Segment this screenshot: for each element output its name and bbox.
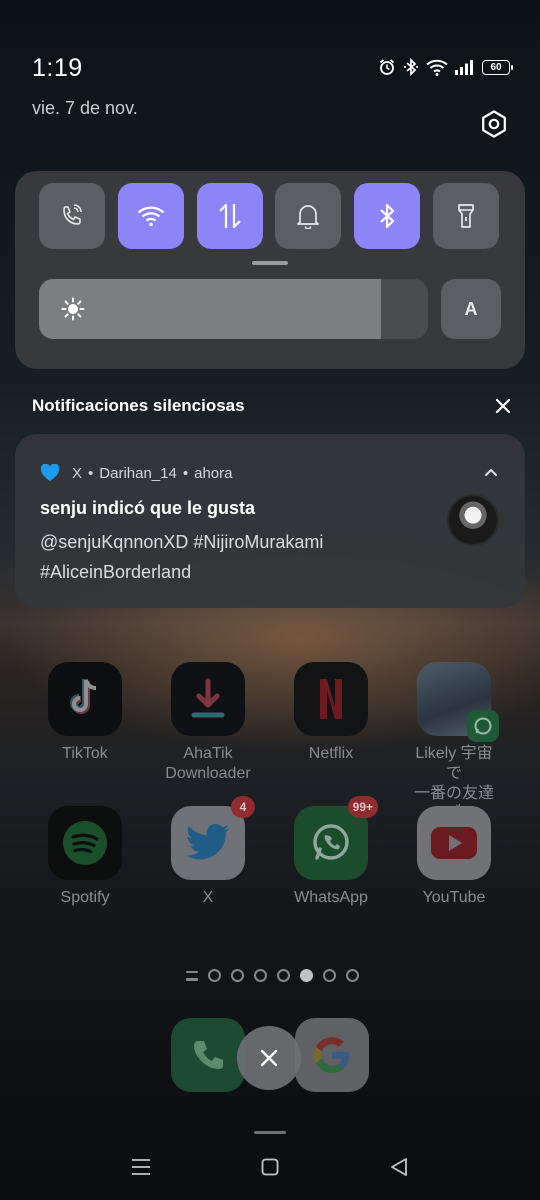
wifi-icon: [137, 206, 165, 227]
notification-body: @senjuKqnnonXD #NijiroMurakami #AliceinB…: [40, 532, 324, 582]
youtube-icon: [417, 806, 491, 880]
nav-back-button[interactable]: [384, 1152, 414, 1182]
silent-notifications-title: Notificaciones silenciosas: [32, 396, 245, 415]
download-icon: [171, 662, 245, 736]
notification-separator: •: [182, 464, 189, 482]
app-label: Spotify: [60, 889, 110, 906]
app-spotify[interactable]: Spotify: [39, 806, 131, 908]
app-label: TikTok: [62, 745, 108, 762]
page-dot[interactable]: [277, 969, 290, 982]
notification-app-name: X: [72, 464, 83, 482]
menu-icon: [132, 1159, 150, 1175]
app-label: Netflix: [308, 745, 354, 762]
tile-sound[interactable]: [275, 183, 341, 249]
notification-header: X • Darihan_14 • ahora: [40, 464, 232, 482]
close-notification-shade-button[interactable]: [237, 1026, 301, 1090]
sun-icon: [61, 297, 85, 321]
bluetooth-icon: [380, 203, 395, 229]
page-dot[interactable]: [231, 969, 244, 982]
settings-gear-button[interactable]: [476, 106, 512, 142]
notification-card[interactable]: X • Darihan_14 • ahora senju indicó que …: [15, 434, 525, 608]
heart-icon: [40, 464, 60, 481]
page-dot[interactable]: [254, 969, 267, 982]
brightness-fill: [39, 279, 382, 339]
close-icon: [260, 1049, 278, 1067]
status-time: 1:19: [32, 54, 83, 82]
notification-separator: •: [88, 464, 94, 482]
page-dot[interactable]: [323, 969, 336, 982]
square-icon: [261, 1158, 279, 1176]
tile-bluetooth[interactable]: [354, 183, 420, 249]
back-triangle-icon: [391, 1158, 407, 1176]
app-tiktok[interactable]: TikTok: [39, 662, 131, 764]
nav-home-button[interactable]: [255, 1152, 285, 1182]
chevron-up-icon: [485, 468, 497, 476]
auto-brightness-button[interactable]: A: [441, 279, 501, 339]
status-date: vie. 7 de nov.: [32, 98, 138, 118]
notification-avatar: [447, 494, 499, 546]
app-label: WhatsApp: [294, 889, 368, 906]
app-x[interactable]: 4 X: [162, 796, 255, 908]
panel-drag-handle[interactable]: [252, 261, 288, 265]
status-icons: 60: [378, 58, 513, 76]
app-likely[interactable]: Likely 宇宙で 一番の友達👏: [408, 662, 500, 824]
wifi-call-icon: [63, 204, 82, 225]
page-dot[interactable]: [346, 969, 359, 982]
notification-badge: 99+: [347, 796, 378, 818]
tile-wifi-calling[interactable]: [39, 183, 105, 249]
netflix-icon: [294, 662, 368, 736]
data-arrows-icon: [219, 203, 241, 229]
app-drawer-indicator: [186, 970, 198, 981]
tile-mobile-data[interactable]: [197, 183, 263, 249]
bluetooth-icon: [404, 58, 418, 76]
page-dot[interactable]: [300, 969, 313, 982]
close-icon: [495, 398, 511, 414]
google-icon: [314, 1037, 349, 1073]
nav-recents-button[interactable]: [126, 1152, 156, 1182]
notification-time: ahora: [194, 464, 233, 482]
wifi-icon: [426, 59, 448, 76]
whatsapp-icon: 99+: [294, 796, 378, 880]
dock-phone[interactable]: [171, 1018, 245, 1092]
spotify-icon: [48, 806, 122, 880]
tile-wifi[interactable]: [118, 183, 184, 249]
notification-collapse-button[interactable]: [481, 462, 501, 482]
bell-icon: [297, 205, 319, 229]
app-whatsapp[interactable]: 99+ WhatsApp: [285, 796, 378, 908]
tile-flashlight[interactable]: [433, 183, 499, 249]
app-ahatik[interactable]: AhaTik Downloader: [162, 662, 254, 784]
quick-settings-panel: A: [15, 171, 525, 369]
likely-icon: [417, 662, 499, 742]
gesture-handle[interactable]: [254, 1131, 286, 1134]
silent-notifications-clear-button[interactable]: [490, 393, 516, 419]
alarm-icon: [379, 59, 395, 75]
whatsapp-icon: [467, 710, 499, 742]
phone-icon: [194, 1041, 223, 1069]
app-label: X: [202, 889, 214, 906]
app-label: AhaTik Downloader: [165, 745, 251, 782]
notification-badge: 4: [231, 796, 255, 818]
notification-title: senju indicó que le gusta: [40, 498, 256, 518]
battery-icon: 60: [482, 59, 513, 75]
flashlight-icon: [458, 204, 474, 228]
brightness-slider[interactable]: [39, 279, 428, 339]
notification-account: Darihan_14: [99, 464, 177, 482]
dock-google[interactable]: [295, 1018, 369, 1092]
app-netflix[interactable]: Netflix: [285, 662, 377, 764]
app-label: YouTube: [422, 889, 486, 906]
gear-icon: [482, 110, 506, 138]
tiktok-icon: [48, 662, 122, 736]
twitter-icon: 4: [171, 796, 255, 880]
signal-icon: [455, 60, 473, 75]
page-dot[interactable]: [208, 969, 221, 982]
page-indicator[interactable]: [186, 969, 359, 982]
app-youtube[interactable]: YouTube: [408, 806, 500, 908]
